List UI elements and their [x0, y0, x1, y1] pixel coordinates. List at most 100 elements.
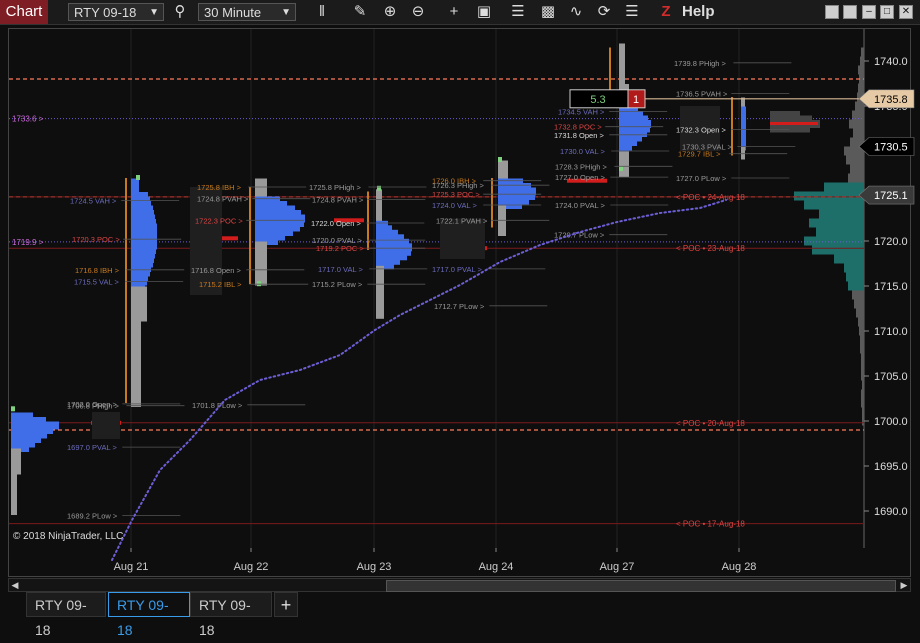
profile-aug22-low-marker: [257, 281, 261, 287]
tab-rty-3[interactable]: RTY 09-18: [190, 592, 272, 638]
price-marker-label: 1730.5: [874, 142, 908, 154]
volume-profile-bar: [859, 326, 864, 336]
volume-profile-bar: [853, 128, 864, 138]
x-tick-label: Aug 22: [234, 561, 269, 573]
scroll-thumb[interactable]: [386, 580, 896, 592]
y-tick-label: 1695.0: [874, 461, 908, 473]
price-marker-label: 1735.8: [874, 94, 908, 106]
profile-aug23-gray-block: [376, 310, 384, 319]
volume-profile-bar: [855, 101, 864, 111]
session-price-label: 1725.8 IBH >: [197, 183, 242, 192]
y-tick-label: 1690.0: [874, 506, 908, 518]
chart-canvas[interactable]: Aug 21 Aug 22 Aug 23 Aug 24 Aug 27 Aug 28 1690…: [0, 0, 920, 592]
y-tick-label: 1720.0: [874, 236, 908, 248]
tab-bar: RTY 09-18 RTY 09-18 RTY 09-18 +: [0, 592, 920, 638]
volume-profile-bar: [861, 353, 864, 363]
volume-profile-bar: [809, 218, 864, 228]
session-price-label: 1727.0 Open >: [555, 173, 605, 182]
volume-profile-bar: [858, 317, 864, 327]
volume-profile-bar: [856, 308, 864, 318]
volume-profile-bar: [848, 173, 864, 183]
profile-aug23-high-marker: [377, 185, 381, 191]
x-tick-label: Aug 23: [357, 561, 392, 573]
volume-profile-bar: [848, 281, 864, 291]
session-price-label: 1726.3 PHigh >: [432, 181, 485, 190]
ib-range-bar: [125, 178, 127, 403]
naked-poc-label: < POC • 20-Aug-18: [676, 419, 745, 428]
session-price-label: 1719.2 POC >: [316, 244, 364, 253]
session-price-label: 1722.1 PVAH >: [436, 216, 488, 225]
volume-profile-bar: [860, 344, 864, 354]
volume-profile-bar: [834, 254, 864, 264]
session-price-label: 1722.0 Open >: [311, 219, 361, 228]
session-price-label: 1730.0 VAL >: [560, 147, 605, 156]
volume-profile-bar: [861, 398, 864, 408]
volume-profile-bar: [794, 191, 864, 201]
x-tick-label: Aug 21: [114, 561, 149, 573]
session-price-label: 1720.3 POC >: [72, 235, 120, 244]
session-price-label: 1732.3 Open >: [676, 125, 726, 134]
x-tick-label: Aug 24: [479, 561, 514, 573]
left-price-label: 1733.6 >: [12, 115, 44, 124]
volume-profile-bar: [862, 380, 864, 390]
volume-profile-bar: [858, 65, 864, 75]
volume-profile-bar: [854, 299, 864, 309]
tab-rty-1[interactable]: RTY 09-18: [26, 592, 106, 638]
session-price-label: 1717.0 PVAL >: [432, 265, 482, 274]
order-box-value: 5.3: [590, 94, 605, 106]
y-tick-label: 1710.0: [874, 326, 908, 338]
volume-profile-bar: [861, 389, 864, 399]
session-price-label: 1715.5 VAL >: [74, 278, 119, 287]
session-price-label: 1725.8 PHigh >: [309, 183, 362, 192]
volume-profile-bar: [862, 407, 864, 417]
x-tick-label: Aug 28: [722, 561, 757, 573]
session-price-label: 1689.2 PLow >: [67, 512, 118, 521]
profile-aug20-gray-block: [11, 507, 17, 515]
session-price-label: 1716.8 IBH >: [75, 266, 120, 275]
volume-profile-bar: [858, 83, 864, 93]
volume-profile-bar: [844, 263, 864, 273]
session-price-label: 1697.0 PVAL >: [67, 443, 117, 452]
session-price-label: 1725.3 POC >: [432, 190, 480, 199]
volume-profile-bar: [824, 182, 864, 192]
add-tab-button[interactable]: +: [274, 592, 298, 617]
naked-poc-label: < POC • 23-Aug-18: [676, 244, 745, 253]
session-price-label: 1727.0 PLow >: [676, 174, 727, 183]
volume-profile-bar: [862, 416, 864, 426]
session-price-label: 1715.2 PLow >: [312, 280, 363, 289]
profile-aug28-gray-block: [741, 151, 745, 160]
copyright-label: © 2018 NinjaTrader, LLC: [13, 531, 123, 542]
session-price-label: 1715.2 IBL >: [199, 280, 242, 289]
volume-profile-bar: [804, 200, 864, 210]
session-price-label: 1724.0 VAL >: [432, 201, 477, 210]
scroll-right-icon[interactable]: ▶: [898, 579, 910, 591]
session-price-label: 1734.5 VAH >: [558, 107, 605, 116]
x-tick-label: Aug 27: [600, 561, 635, 573]
profile-aug21-high-marker: [136, 175, 140, 180]
session-price-label: 1736.5 PVAH >: [676, 89, 728, 98]
y-tick-label: 1705.0: [874, 371, 908, 383]
naked-poc-label: < POC • 17-Aug-18: [676, 520, 745, 529]
y-tick-label: 1700.0: [874, 416, 908, 428]
naked-poc-label: < POC • 24-Aug-18: [676, 193, 745, 202]
ib-range-bar: [367, 191, 369, 250]
profile-aug27-low-marker: [619, 166, 623, 171]
prior-profile-shadow: [92, 412, 120, 439]
volume-profile-bar: [816, 227, 864, 237]
volume-profile-bar: [860, 56, 864, 66]
volume-profile-bar: [846, 155, 864, 165]
session-price-label: 1739.8 PHigh >: [674, 59, 727, 68]
horizontal-scrollbar[interactable]: ◀ ▶: [8, 578, 911, 592]
volume-profile-bar: [804, 236, 864, 246]
poc-bar: [770, 122, 818, 125]
session-price-label: 1728.3 PHigh >: [555, 162, 608, 171]
volume-profile-bar: [850, 164, 864, 174]
session-price-label: 1729.7 IBL >: [678, 150, 721, 159]
scroll-left-icon[interactable]: ◀: [9, 579, 21, 591]
session-price-label: 1712.7 PLow >: [434, 302, 485, 311]
session-price-label: 1717.0 VAL >: [318, 265, 363, 274]
profile-aug24-high-marker: [498, 157, 502, 162]
session-price-label: 1724.8 PVAH >: [312, 196, 364, 205]
volume-profile-bar: [852, 290, 864, 300]
tab-rty-2[interactable]: RTY 09-18: [108, 592, 190, 638]
